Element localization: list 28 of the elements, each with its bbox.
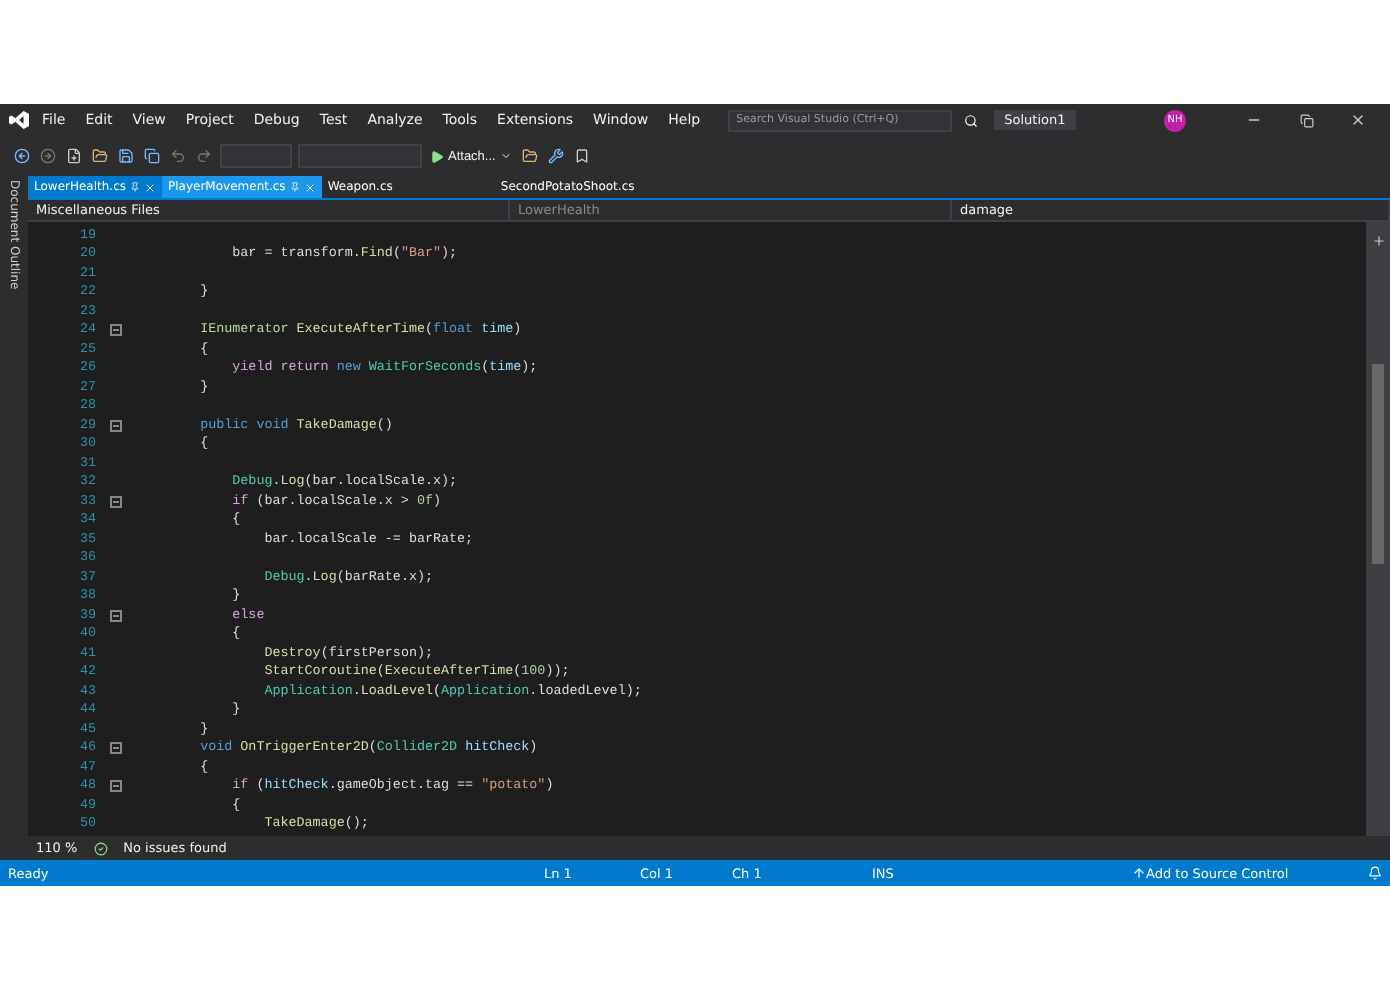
bookmark-icon[interactable] bbox=[571, 148, 592, 164]
upload-icon bbox=[1132, 866, 1146, 880]
plus-icon[interactable] bbox=[1371, 234, 1385, 248]
save-all-button[interactable] bbox=[142, 148, 162, 164]
collapse-icon[interactable] bbox=[110, 742, 122, 755]
pin-icon[interactable] bbox=[130, 182, 141, 192]
restore-icon[interactable] bbox=[1299, 113, 1313, 127]
notifications-icon[interactable] bbox=[1368, 866, 1382, 880]
collapse-icon[interactable] bbox=[110, 609, 122, 622]
collapse-icon[interactable] bbox=[110, 419, 122, 432]
vertical-scrollbar[interactable] bbox=[1366, 222, 1390, 836]
close-icon[interactable] bbox=[1350, 112, 1366, 128]
caret-icon[interactable] bbox=[499, 150, 512, 162]
redo-button[interactable] bbox=[194, 148, 214, 164]
undo-button[interactable] bbox=[168, 148, 188, 164]
folder-icon[interactable] bbox=[519, 148, 540, 164]
search-icon[interactable] bbox=[964, 113, 979, 127]
back-button[interactable] bbox=[12, 148, 32, 164]
open-folder-button[interactable] bbox=[90, 148, 110, 164]
play-icon[interactable] bbox=[430, 149, 444, 163]
wrench-icon[interactable] bbox=[545, 148, 566, 164]
collapse-icon[interactable] bbox=[110, 324, 122, 337]
collapse-icon[interactable] bbox=[110, 780, 122, 793]
visual-studio-logo bbox=[8, 110, 30, 130]
collapse-icon[interactable] bbox=[110, 495, 122, 508]
new-file-button[interactable] bbox=[64, 148, 84, 164]
check-icon bbox=[93, 841, 108, 855]
save-button[interactable] bbox=[116, 148, 136, 164]
